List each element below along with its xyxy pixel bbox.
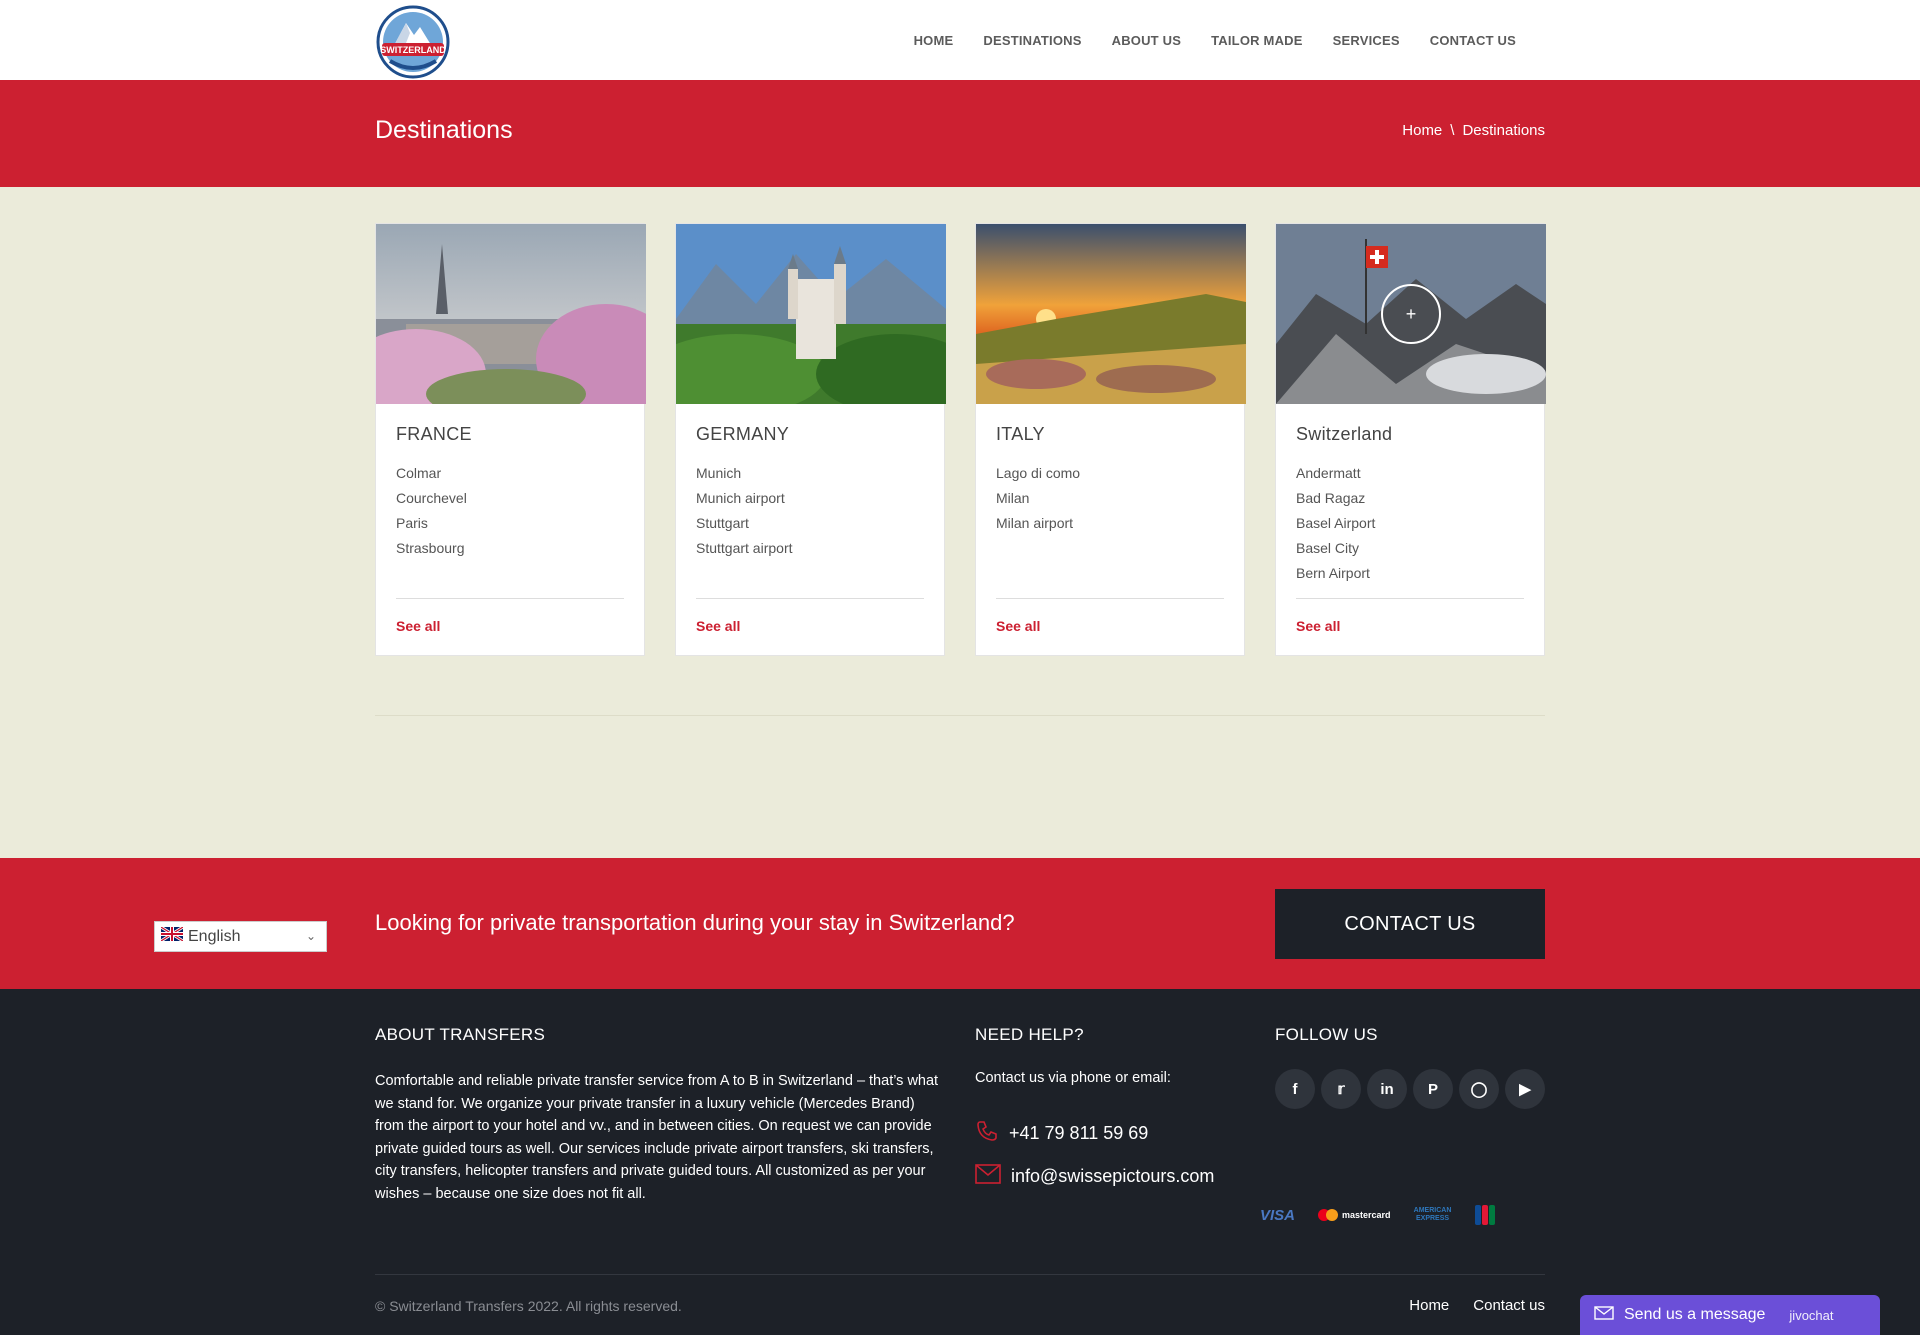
destination-list: Andermatt Bad Ragaz Basel Airport Basel … [1296, 461, 1524, 586]
italy-image[interactable] [976, 224, 1246, 404]
card-title: ITALY [996, 424, 1045, 444]
card-divider [1296, 598, 1524, 599]
card-divider [396, 598, 624, 599]
social-links: f 𝕣 in P ◯ ▶ [1275, 1069, 1545, 1109]
footer-links: Home Contact us [1409, 1297, 1545, 1314]
destination-cards: FRANCE Colmar Courchevel Paris Strasbour… [375, 223, 1546, 656]
destination-card-germany: GERMANY Munich Munich airport Stuttgart … [675, 223, 946, 656]
help-title: NEED HELP? [975, 1025, 1084, 1044]
follow-title: FOLLOW US [1275, 1025, 1378, 1044]
phone-icon [975, 1119, 999, 1148]
copyright: © Switzerland Transfers 2022. All rights… [375, 1298, 682, 1314]
page-title-band: Destinations Home \ Destinations [0, 80, 1920, 187]
destination-item[interactable]: Courchevel [396, 486, 624, 511]
nav-about-us[interactable]: ABOUT US [1112, 33, 1182, 48]
visa-icon: VISA [1260, 1206, 1296, 1224]
help-subtitle: Contact us via phone or email: [975, 1070, 1171, 1086]
card-divider [996, 598, 1224, 599]
chat-label: Send us a message [1624, 1306, 1766, 1323]
site-header: SWITZERLAND HOME DESTINATIONS ABOUT US T… [0, 0, 1920, 80]
nav-services[interactable]: SERVICES [1333, 33, 1400, 48]
linkedin-icon[interactable]: in [1367, 1069, 1407, 1109]
phone-link[interactable]: +41 79 811 59 69 [975, 1119, 1148, 1148]
breadcrumb: Home \ Destinations [1402, 122, 1545, 139]
contact-us-button[interactable]: CONTACT US [1275, 889, 1545, 959]
destination-item[interactable]: Munich [696, 461, 924, 486]
payment-methods: VISA mastercard AMERICAN EXPRESS [1260, 1205, 1495, 1225]
twitter-icon[interactable]: 𝕣 [1321, 1069, 1361, 1109]
destination-item[interactable]: Colmar [396, 461, 624, 486]
chevron-down-icon: ⌄ [305, 929, 316, 943]
germany-image[interactable] [676, 224, 946, 404]
page-title: Destinations [375, 116, 513, 144]
breadcrumb-current: Destinations [1462, 122, 1545, 139]
language-label: English [188, 927, 241, 945]
destination-item[interactable]: Lago di como [996, 461, 1224, 486]
destination-item[interactable]: Paris [396, 511, 624, 536]
cta-text: Looking for private transportation durin… [375, 910, 1015, 935]
facebook-icon[interactable]: f [1275, 1069, 1315, 1109]
destination-item[interactable]: Strasbourg [396, 536, 624, 561]
plus-icon[interactable]: + [1381, 284, 1441, 344]
pinterest-icon[interactable]: P [1413, 1069, 1453, 1109]
youtube-icon[interactable]: ▶ [1505, 1069, 1545, 1109]
mail-icon [1594, 1305, 1614, 1325]
see-all-link[interactable]: See all [696, 618, 740, 634]
site-logo[interactable]: SWITZERLAND [376, 5, 450, 79]
email-address: info@swissepictours.com [1011, 1166, 1215, 1186]
destination-list: Lago di como Milan Milan airport [996, 461, 1224, 536]
switzerland-image[interactable]: + [1276, 224, 1546, 404]
language-select[interactable]: English ⌄ [154, 921, 327, 952]
see-all-link[interactable]: See all [996, 618, 1040, 634]
destination-item[interactable]: Andermatt [1296, 461, 1524, 486]
main-nav: HOME DESTINATIONS ABOUT US TAILOR MADE S… [914, 0, 1516, 80]
chat-brand: jivochat [1789, 1307, 1834, 1323]
destination-item[interactable]: Munich airport [696, 486, 924, 511]
card-divider [696, 598, 924, 599]
destination-item[interactable]: Stuttgart [696, 511, 924, 536]
cta-band: English ⌄ Looking for private transporta… [0, 858, 1920, 989]
about-text: Comfortable and reliable private transfe… [375, 1073, 939, 1202]
nav-tailor-made[interactable]: TAILOR MADE [1211, 33, 1303, 48]
nav-contact-us[interactable]: CONTACT US [1430, 33, 1516, 48]
destination-card-italy: ITALY Lago di como Milan Milan airport S… [975, 223, 1246, 656]
card-title: Switzerland [1296, 424, 1393, 444]
see-all-link[interactable]: See all [396, 618, 440, 634]
destination-item[interactable]: Basel Airport [1296, 511, 1524, 536]
destination-item[interactable]: Basel City [1296, 536, 1524, 561]
site-footer: ABOUT TRANSFERS Comfortable and reliable… [0, 989, 1920, 1335]
france-image[interactable] [376, 224, 646, 404]
destination-card-france: FRANCE Colmar Courchevel Paris Strasbour… [375, 223, 646, 656]
destination-item[interactable]: Milan [996, 486, 1224, 511]
destination-list: Colmar Courchevel Paris Strasbourg [396, 461, 624, 561]
destination-item[interactable]: Bad Ragaz [1296, 486, 1524, 511]
footer-link-contact[interactable]: Contact us [1473, 1297, 1545, 1314]
footer-link-home[interactable]: Home [1409, 1297, 1449, 1314]
destination-list: Munich Munich airport Stuttgart Stuttgar… [696, 461, 924, 561]
svg-text:SWITZERLAND: SWITZERLAND [380, 45, 446, 55]
email-link[interactable]: info@swissepictours.com [975, 1164, 1214, 1189]
about-title: ABOUT TRANSFERS [375, 1025, 546, 1044]
footer-divider [375, 1274, 1545, 1275]
destination-item[interactable]: Stuttgart airport [696, 536, 924, 561]
see-all-link[interactable]: See all [1296, 618, 1340, 634]
uk-flag-icon [160, 925, 184, 946]
breadcrumb-separator: \ [1450, 122, 1455, 139]
phone-number: +41 79 811 59 69 [1009, 1123, 1149, 1143]
nav-destinations[interactable]: DESTINATIONS [983, 33, 1081, 48]
card-title: FRANCE [396, 424, 472, 444]
mastercard-icon: mastercard [1317, 1208, 1391, 1222]
jcb-icon [1474, 1205, 1495, 1225]
amex-icon: AMERICAN EXPRESS [1413, 1207, 1452, 1222]
nav-home[interactable]: HOME [914, 33, 954, 48]
section-divider [375, 715, 1545, 716]
destination-card-switzerland: + Switzerland Andermatt Bad Ragaz Basel … [1275, 223, 1546, 656]
instagram-icon[interactable]: ◯ [1459, 1069, 1499, 1109]
mail-icon [975, 1164, 1001, 1189]
destination-item[interactable]: Bern Airport [1296, 561, 1524, 586]
card-title: GERMANY [696, 424, 790, 444]
destination-item[interactable]: Milan airport [996, 511, 1224, 536]
chat-widget[interactable]: Send us a message jivochat [1580, 1295, 1880, 1335]
breadcrumb-home[interactable]: Home [1402, 122, 1442, 139]
